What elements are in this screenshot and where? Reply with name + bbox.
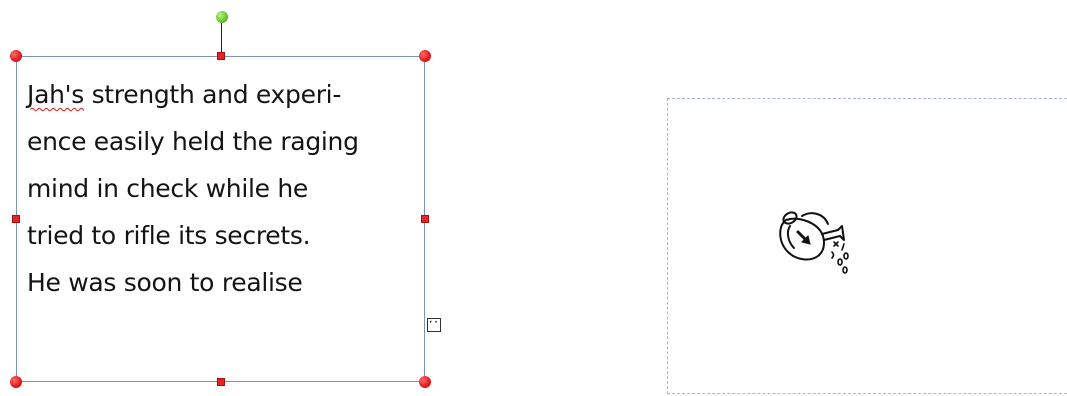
text-line: Jah's strength and experi-: [27, 71, 422, 118]
text-box-content[interactable]: Jah's strength and experi- ence easily h…: [27, 71, 422, 306]
rotation-handle[interactable]: [216, 11, 228, 23]
text-line: tried to rifle its secrets.: [27, 221, 311, 250]
resize-handle-bottom-left[interactable]: [10, 376, 22, 388]
misspelled-word[interactable]: Jah's: [27, 80, 84, 109]
resize-handle-left[interactable]: [12, 215, 20, 223]
text-line-rest: strength and experi-: [83, 80, 342, 109]
text-line: He was soon to realise: [27, 268, 303, 297]
resize-handle-bottom[interactable]: [217, 378, 225, 386]
resize-handle-top-left[interactable]: [10, 50, 22, 62]
resize-handle-right[interactable]: [421, 215, 429, 223]
text-line: mind in check while he: [27, 174, 308, 203]
text-overflow-icon[interactable]: ···: [427, 318, 441, 332]
watering-can-clipart-icon[interactable]: [772, 196, 864, 282]
text-box[interactable]: Jah's strength and experi- ence easily h…: [16, 56, 425, 382]
resize-handle-top[interactable]: [217, 52, 225, 60]
image-placeholder[interactable]: [667, 98, 1067, 394]
rotation-stem: [221, 23, 222, 54]
text-line: ence easily held the raging: [27, 127, 359, 156]
resize-handle-top-right[interactable]: [419, 50, 431, 62]
resize-handle-bottom-right[interactable]: [419, 376, 431, 388]
